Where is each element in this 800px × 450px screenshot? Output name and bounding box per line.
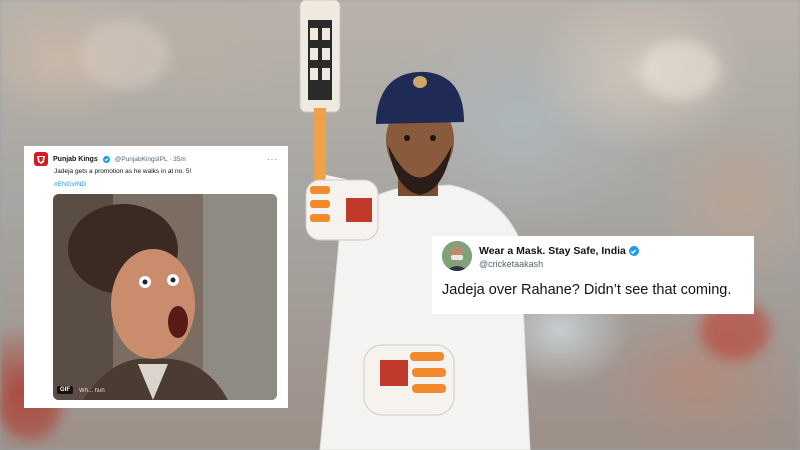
- crowd-blur-spot: [80, 20, 170, 90]
- tweet-card-cricketaakash: Wear a Mask. Stay Safe, India @cricketaa…: [432, 236, 754, 314]
- gif-badge: GIF: [57, 386, 73, 394]
- tweet-hashtag[interactable]: #ENGvIND: [54, 181, 278, 188]
- tweet-author-name[interactable]: Wear a Mask. Stay Safe, India: [479, 245, 626, 257]
- verified-badge-icon: [628, 246, 639, 256]
- tweet-text: Jadeja over Rahane? Didn’t see that comi…: [442, 282, 732, 298]
- batting-glove-top: [305, 179, 379, 241]
- tweet-author-block: Wear a Mask. Stay Safe, India @cricketaa…: [479, 241, 639, 269]
- punjab-kings-logo-icon: [34, 152, 48, 166]
- tweet-header: Punjab Kings @PunjabKingsIPL · 35m ···: [34, 152, 278, 166]
- avatar[interactable]: [442, 241, 472, 271]
- tweet-card-punjab-kings: Punjab Kings @PunjabKingsIPL · 35m ··· J…: [24, 146, 288, 408]
- tweet-author-handle[interactable]: @cricketaakash: [479, 259, 639, 269]
- gif-caption: Wh... huh: [79, 388, 105, 394]
- tweet-text: Jadeja gets a promotion as he walks in a…: [54, 168, 192, 175]
- tweet-author-name[interactable]: Punjab Kings: [53, 156, 98, 163]
- crowd-blur-spot: [640, 40, 720, 100]
- tweet-author-name-row[interactable]: Wear a Mask. Stay Safe, India: [479, 245, 639, 257]
- batting-glove-bottom: [363, 344, 455, 416]
- cricket-bat: [299, 0, 341, 198]
- tweet-author-handle[interactable]: @PunjabKingsIPL · 35m: [115, 156, 186, 163]
- surprised-man-gif: [53, 194, 277, 400]
- cricket-player-photo: [299, 0, 531, 450]
- tweet-header: Wear a Mask. Stay Safe, India @cricketaa…: [442, 241, 744, 271]
- more-options-icon[interactable]: ···: [267, 155, 278, 164]
- tweet-gif-media[interactable]: GIF Wh... huh: [53, 194, 277, 400]
- verified-badge-icon: [102, 155, 110, 163]
